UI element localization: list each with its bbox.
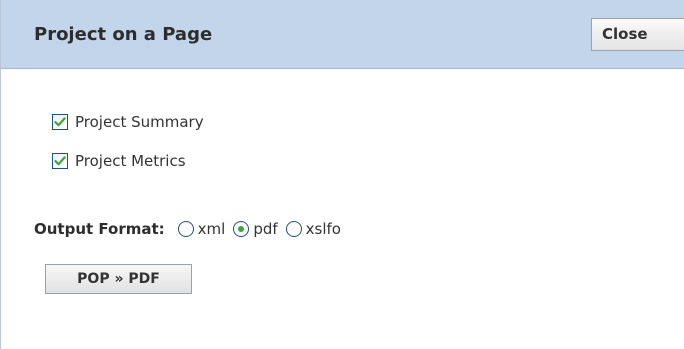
project-metrics-label: Project Metrics — [75, 152, 186, 170]
format-option-pdf[interactable]: pdf — [233, 219, 278, 239]
xslfo-radio-label: xslfo — [305, 220, 341, 238]
radio-selected-dot-icon — [238, 226, 245, 232]
checkmark-icon — [54, 156, 66, 166]
dialog-title: Project on a Page — [34, 24, 213, 45]
format-option-xml[interactable]: xml — [177, 219, 226, 239]
pdf-radio[interactable] — [233, 221, 250, 237]
project-summary-label: Project Summary — [75, 113, 204, 131]
option-project-summary[interactable]: Project Summary — [52, 111, 204, 133]
project-metrics-checkbox[interactable] — [52, 153, 68, 169]
project-on-a-page-dialog: Project on a Page Close Project Summary … — [0, 0, 684, 349]
dialog-header: Project on a Page Close — [1, 0, 684, 69]
xml-radio-label: xml — [197, 220, 226, 238]
option-project-metrics[interactable]: Project Metrics — [52, 150, 186, 172]
checkmark-icon — [54, 117, 66, 127]
pdf-radio-label: pdf — [253, 220, 278, 238]
project-summary-checkbox[interactable] — [52, 114, 68, 130]
format-option-xslfo[interactable]: xslfo — [285, 219, 341, 239]
pop-to-pdf-button[interactable]: POP » PDF — [45, 264, 192, 294]
xslfo-radio[interactable] — [285, 221, 302, 237]
close-button[interactable]: Close — [591, 18, 684, 51]
output-format-row: Output Format: xml pdf xslfo — [34, 218, 349, 240]
output-format-label: Output Format: — [34, 220, 165, 238]
xml-radio[interactable] — [177, 221, 194, 237]
